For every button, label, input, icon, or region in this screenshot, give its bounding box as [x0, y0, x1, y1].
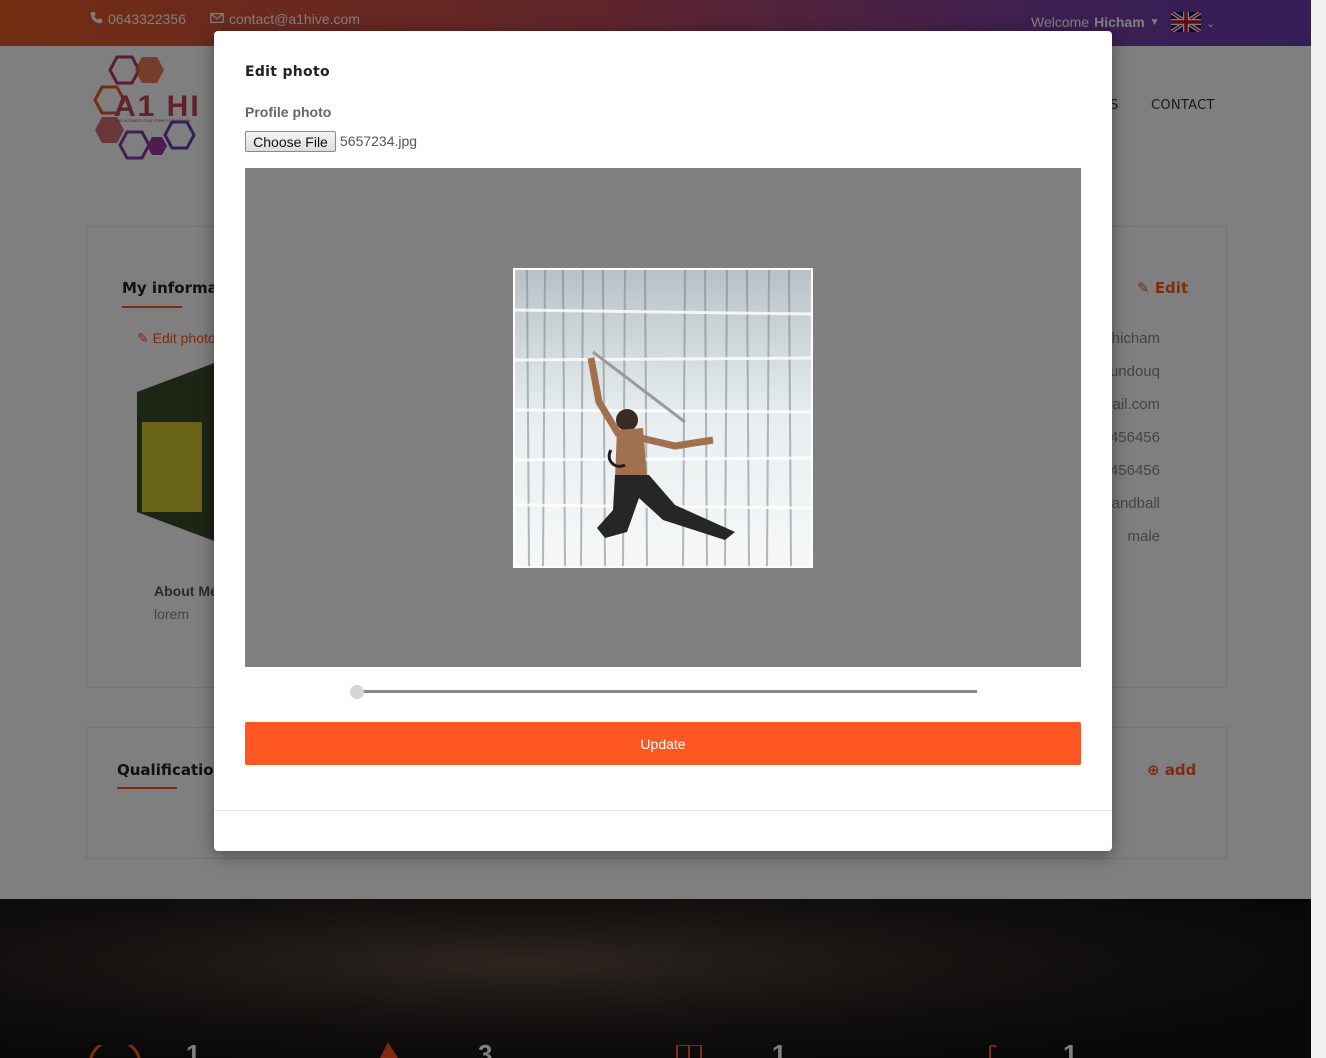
modal-title: Edit photo: [245, 64, 330, 80]
update-button[interactable]: Update: [245, 722, 1081, 765]
selected-file-name: 5657234.jpg: [340, 133, 418, 149]
crop-selection-image[interactable]: [513, 268, 813, 568]
scrollbar-track[interactable]: [1311, 0, 1326, 1058]
zoom-slider-thumb[interactable]: [350, 685, 364, 699]
modal-footer-divider: [214, 810, 1112, 811]
profile-photo-label: Profile photo: [245, 104, 332, 120]
waterfall-warrior-photo: [515, 270, 811, 566]
choose-file-button[interactable]: Choose File: [245, 131, 336, 152]
image-crop-area[interactable]: [245, 168, 1081, 667]
edit-photo-modal: Edit photo Profile photo Choose File 565…: [214, 31, 1112, 851]
zoom-slider-track[interactable]: [358, 690, 977, 693]
